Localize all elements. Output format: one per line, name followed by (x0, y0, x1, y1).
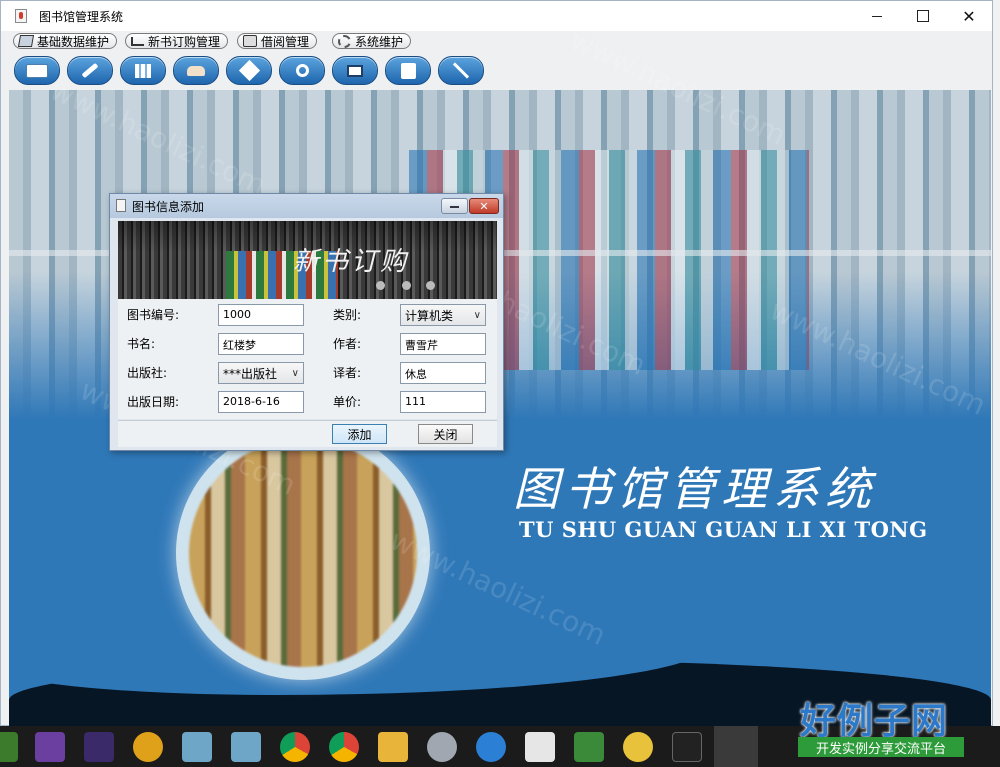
toolbar-button-form[interactable] (385, 56, 431, 85)
tools-icon (452, 62, 470, 79)
books-icon (135, 63, 151, 78)
banner-title: 新书订购 (293, 247, 410, 277)
disk-icon[interactable] (427, 732, 457, 762)
system-title: 图书馆管理系统 (513, 462, 877, 516)
box-icon (238, 59, 260, 82)
app-icon[interactable] (525, 732, 555, 762)
app-icon[interactable] (574, 732, 604, 762)
cube-icon (17, 35, 35, 47)
menu-label: 基础数据维护 (37, 34, 110, 49)
toolbar-button-monitor[interactable] (332, 56, 378, 85)
chrome-icon[interactable] (280, 732, 310, 762)
java-app-icon (15, 9, 27, 23)
menu-label: 借阅管理 (261, 34, 310, 49)
menu-label: 系统维护 (355, 34, 404, 49)
hand-book-icon (187, 65, 205, 76)
intellij-icon[interactable] (672, 732, 702, 762)
book-form: 图书编号: 1000 类别: 计算机类 ∨ 书名: 红楼梦 作者: 曹雪芹 出版… (118, 299, 497, 419)
chevron-down-icon: ∨ (291, 367, 299, 379)
toolbar-button-box[interactable] (226, 56, 272, 85)
book-name-input[interactable]: 红楼梦 (218, 333, 304, 355)
monitor-icon (347, 64, 363, 77)
menu-basic-data[interactable]: 基础数据维护 (13, 33, 118, 49)
publisher-select[interactable]: ***出版社 ∨ (218, 362, 304, 384)
gear-icon (338, 34, 351, 48)
toolbar-button-hand[interactable] (173, 56, 219, 85)
minimize-icon (872, 15, 882, 17)
app-icon[interactable] (0, 732, 18, 762)
search-icon (295, 64, 309, 77)
title-bar[interactable]: 图书馆管理系统 ✕ (1, 1, 992, 31)
close-button[interactable]: ✕ (946, 1, 992, 31)
category-value: 计算机类 (405, 308, 454, 323)
app-icon[interactable] (231, 732, 261, 762)
dialog-close-button[interactable]: ✕ (469, 198, 499, 214)
dialog-footer: 添加 关闭 (118, 420, 497, 447)
internet-explorer-icon[interactable] (476, 732, 506, 762)
menu-new-book-order[interactable]: 新书订购管理 (125, 33, 229, 49)
cart-icon (131, 36, 144, 46)
publisher-label: 出版社: (127, 366, 168, 380)
java-app-icon (116, 199, 126, 212)
pub-date-input[interactable]: 2018-6-16 (218, 391, 304, 413)
pub-date-label: 出版日期: (127, 395, 180, 409)
form-icon (400, 62, 416, 79)
book-no-input[interactable]: 1000 (218, 304, 304, 326)
chevron-down-icon: ∨ (473, 309, 481, 321)
toolbar-button-search[interactable] (279, 56, 325, 85)
background-window-edge (993, 0, 1000, 726)
translator-input[interactable]: 休息 (400, 362, 486, 384)
toolbar-button-book[interactable] (14, 56, 60, 85)
maximize-icon (917, 10, 929, 22)
folder-icon[interactable] (378, 732, 408, 762)
translator-label: 译者: (333, 366, 362, 380)
author-label: 作者: (333, 337, 362, 351)
add-button[interactable]: 添加 (332, 424, 387, 444)
author-input[interactable]: 曹雪芹 (400, 333, 486, 355)
dialog-minimize-button[interactable] (441, 198, 468, 214)
system-title-pinyin: TU SHU GUAN GUAN LI XI TONG (519, 517, 928, 542)
lock-icon (243, 35, 257, 47)
dialog-banner: 新书订购 (118, 221, 497, 299)
menu-borrow[interactable]: 借阅管理 (237, 33, 318, 49)
maximize-button[interactable] (900, 1, 946, 31)
publisher-value: ***出版社 (223, 366, 278, 381)
minimize-button[interactable] (854, 1, 900, 31)
app-icon[interactable] (623, 732, 653, 762)
open-book-icon (26, 63, 48, 78)
browser-icon[interactable] (133, 732, 163, 762)
java-taskbar-item[interactable] (714, 726, 758, 767)
book-no-label: 图书编号: (127, 308, 180, 322)
close-icon: ✕ (479, 199, 489, 213)
category-label: 类别: (333, 308, 362, 322)
menu-system[interactable]: 系统维护 (332, 33, 412, 49)
dialog-title-bar[interactable]: 图书信息添加 ✕ (110, 194, 503, 218)
window-title: 图书馆管理系统 (39, 10, 124, 24)
app-icon[interactable] (182, 732, 212, 762)
book-add-dialog: 图书信息添加 ✕ 新书订购 图书编号: 1000 类别: 计算机类 ∨ 书名: … (109, 193, 504, 451)
phpstorm-icon[interactable] (84, 732, 114, 762)
chrome-icon[interactable] (329, 732, 359, 762)
close-dialog-button[interactable]: 关闭 (418, 424, 473, 444)
brand-subtitle: 开发实例分享交流平台 (798, 737, 964, 757)
visual-studio-icon[interactable] (35, 732, 65, 762)
price-input[interactable]: 111 (400, 391, 486, 413)
book-name-label: 书名: (127, 337, 156, 351)
toolbar (1, 52, 992, 89)
category-select[interactable]: 计算机类 ∨ (400, 304, 486, 326)
banner-dots (376, 281, 436, 291)
main-window: 图书馆管理系统 ✕ 基础数据维护 新书订购管理 借阅管理 系统维护 图书馆管理系… (0, 0, 993, 726)
menu-label: 新书订购管理 (148, 34, 221, 49)
price-label: 单价: (333, 395, 362, 409)
close-icon: ✕ (962, 6, 976, 26)
toolbar-button-pen[interactable] (67, 56, 113, 85)
toolbar-button-tools[interactable] (438, 56, 484, 85)
dialog-title: 图书信息添加 (132, 200, 205, 214)
pen-icon (81, 62, 99, 79)
menu-bar: 基础数据维护 新书订购管理 借阅管理 系统维护 (1, 31, 992, 52)
circle-bookshelf-image (189, 439, 417, 667)
toolbar-button-books[interactable] (120, 56, 166, 85)
